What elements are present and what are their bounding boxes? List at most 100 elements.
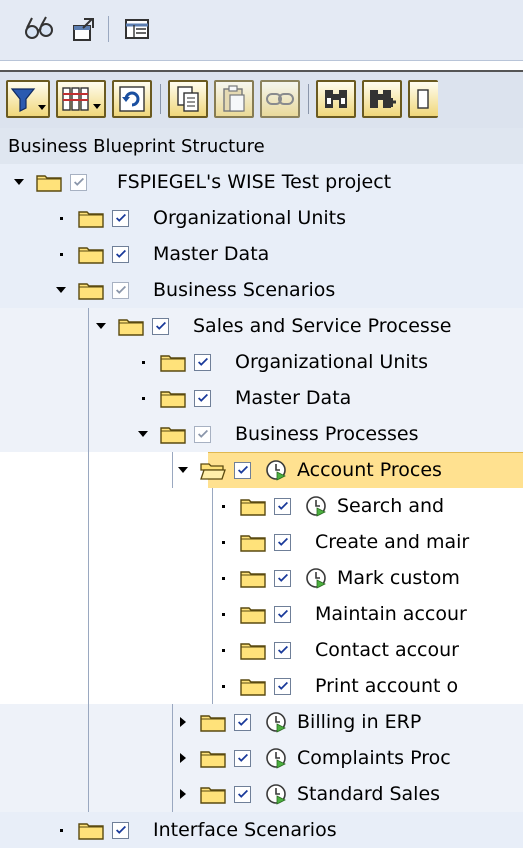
- collapse-toggle-icon[interactable]: [174, 788, 192, 800]
- checkbox[interactable]: [274, 533, 291, 551]
- tree-node-business-scenarios[interactable]: Business Scenarios: [0, 272, 523, 308]
- tree-node-complaints[interactable]: Complaints Proc: [0, 740, 523, 776]
- tree-node-maintain-account[interactable]: Maintain accour: [0, 596, 523, 632]
- tree-node-billing-erp[interactable]: Billing in ERP: [0, 704, 523, 740]
- checkbox[interactable]: [274, 569, 291, 587]
- checkbox[interactable]: [112, 821, 129, 839]
- expand-toggle-icon[interactable]: [134, 428, 152, 440]
- folder-icon: [240, 496, 266, 516]
- tree-node-label: Billing in ERP: [297, 711, 422, 733]
- tree-guide-line: [172, 452, 173, 488]
- tree-node-sales-service[interactable]: Sales and Service Processe: [0, 308, 523, 344]
- tree-node-label: Master Data: [153, 243, 270, 265]
- checkbox[interactable]: [274, 605, 291, 623]
- tree-node-print-account[interactable]: Print account o: [0, 668, 523, 704]
- checkbox[interactable]: [274, 497, 291, 515]
- folder-icon: [78, 280, 104, 300]
- process-clock-icon: [305, 567, 327, 589]
- leaf-bullet-icon: [134, 392, 152, 404]
- folder-icon: [160, 424, 186, 444]
- checkbox[interactable]: [112, 245, 129, 263]
- collapse-toggle-icon[interactable]: [174, 716, 192, 728]
- checkbox[interactable]: [234, 785, 251, 803]
- checkbox[interactable]: [194, 425, 211, 443]
- leaf-bullet-icon: [214, 500, 232, 512]
- tree-node-search-and[interactable]: Search and: [0, 488, 523, 524]
- export-icon[interactable]: [68, 14, 98, 44]
- list-icon[interactable]: [122, 14, 152, 44]
- leaf-bullet-icon: [52, 824, 70, 836]
- folder-icon: [240, 568, 266, 588]
- tree-node-label: Sales and Service Processe: [193, 315, 452, 337]
- tree-node-account-processing[interactable]: Account Proces: [0, 452, 523, 488]
- expand-toggle-icon[interactable]: [52, 284, 70, 296]
- tree-node-business-processes[interactable]: Business Processes: [0, 416, 523, 452]
- overflow-icon[interactable]: [408, 80, 438, 118]
- expand-toggle-icon[interactable]: [92, 320, 110, 332]
- checkbox[interactable]: [274, 677, 291, 695]
- tree-node-ss-org-units[interactable]: Organizational Units: [0, 344, 523, 380]
- folder-icon: [200, 712, 226, 732]
- checkbox[interactable]: [194, 353, 211, 371]
- tree-node-label: Maintain accour: [315, 603, 467, 625]
- tree-node-contact-account[interactable]: Contact accour: [0, 632, 523, 668]
- checkbox[interactable]: [234, 713, 251, 731]
- tree-node-label: Create and mair: [315, 531, 470, 553]
- columns-icon[interactable]: [56, 80, 106, 118]
- refresh-icon[interactable]: [112, 80, 152, 118]
- folder-icon: [160, 388, 186, 408]
- column-header[interactable]: Business Blueprint Structure: [0, 128, 523, 165]
- find-next-icon[interactable]: [362, 80, 402, 118]
- folder-icon: [240, 604, 266, 624]
- application-toolbar: [0, 0, 523, 61]
- folder-icon: [240, 640, 266, 660]
- folder-icon: [200, 784, 226, 804]
- expand-toggle-icon[interactable]: [10, 176, 28, 188]
- folder-icon: [36, 172, 62, 192]
- tree-node-org-units[interactable]: Organizational Units: [0, 200, 523, 236]
- checkbox[interactable]: [234, 461, 251, 479]
- filter-icon[interactable]: [6, 80, 50, 118]
- tree-node-label: Business Scenarios: [153, 279, 336, 301]
- tree-node-label: Business Processes: [235, 423, 419, 445]
- tree-node-create-maint[interactable]: Create and mair: [0, 524, 523, 560]
- folder-icon: [78, 244, 104, 264]
- folder-icon: [240, 532, 266, 552]
- folder-icon: [240, 676, 266, 696]
- checkbox[interactable]: [112, 209, 129, 227]
- checkbox[interactable]: [152, 317, 169, 335]
- checkbox[interactable]: [70, 173, 87, 191]
- tree-node-ss-master-data[interactable]: Master Data: [0, 380, 523, 416]
- tree-node-standard-sales[interactable]: Standard Sales: [0, 776, 523, 812]
- tree-node-label: Account Proces: [297, 459, 442, 481]
- tree-node-root[interactable]: FSPIEGEL's WISE Test project: [0, 164, 523, 200]
- leaf-bullet-icon: [134, 356, 152, 368]
- tree-node-master-data[interactable]: Master Data: [0, 236, 523, 272]
- leaf-bullet-icon: [52, 248, 70, 260]
- column-header-label: Business Blueprint Structure: [8, 135, 265, 157]
- checkbox[interactable]: [274, 641, 291, 659]
- link-icon[interactable]: [260, 80, 300, 118]
- copy-icon[interactable]: [168, 80, 208, 118]
- glasses-icon[interactable]: [24, 14, 54, 44]
- find-icon[interactable]: [316, 80, 356, 118]
- tree-node-label: Mark custom: [337, 567, 460, 589]
- checkbox[interactable]: [112, 281, 129, 299]
- process-clock-icon: [265, 747, 287, 769]
- tree-node-mark-customer[interactable]: Mark custom: [0, 560, 523, 596]
- checkbox[interactable]: [194, 389, 211, 407]
- folder-open-icon: [200, 460, 226, 480]
- tree-guide-line: [172, 704, 173, 812]
- checkbox[interactable]: [234, 749, 251, 767]
- tree-node-label: Print account o: [315, 675, 459, 697]
- process-clock-icon: [305, 495, 327, 517]
- folder-icon: [160, 352, 186, 372]
- tree-node-interface-scenarios[interactable]: Interface Scenarios: [0, 812, 523, 848]
- expand-toggle-icon[interactable]: [174, 464, 192, 476]
- tree-node-label: Complaints Proc: [297, 747, 451, 769]
- folder-icon: [78, 820, 104, 840]
- toolbar-separator: [108, 16, 109, 42]
- paste-icon[interactable]: [214, 80, 254, 118]
- collapse-toggle-icon[interactable]: [174, 752, 192, 764]
- leaf-bullet-icon: [52, 212, 70, 224]
